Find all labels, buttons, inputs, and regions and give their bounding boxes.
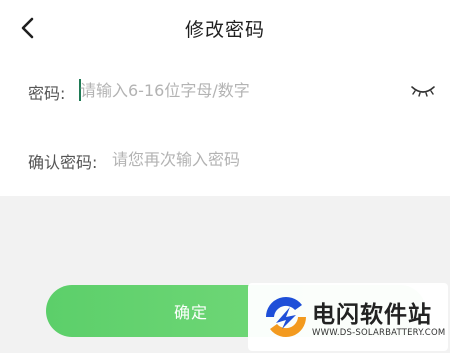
watermark-name: 电闪软件站 — [312, 302, 432, 328]
change-password-screen: 修改密码 密码: 确认密码: 确定 电闪软件站 WWW.DS-SOLARBATT… — [0, 0, 450, 353]
watermark: 电闪软件站 WWW.DS-SOLARBATTERY.COM — [248, 283, 448, 351]
toggle-visibility-button[interactable] — [409, 82, 437, 100]
site-logo-icon — [266, 297, 306, 337]
password-input[interactable] — [80, 77, 400, 103]
page-title: 修改密码 — [184, 19, 265, 41]
password-label: 密码: — [28, 84, 66, 103]
watermark-url: WWW.DS-SOLARBATTERY.COM — [312, 328, 446, 338]
password-row: 密码: — [0, 70, 450, 110]
confirm-password-row: 确认密码: — [0, 139, 450, 179]
confirm-password-label: 确认密码: — [28, 153, 98, 172]
header-bar: 修改密码 — [0, 0, 450, 56]
confirm-password-input[interactable] — [112, 146, 412, 172]
eye-closed-icon — [411, 86, 435, 97]
